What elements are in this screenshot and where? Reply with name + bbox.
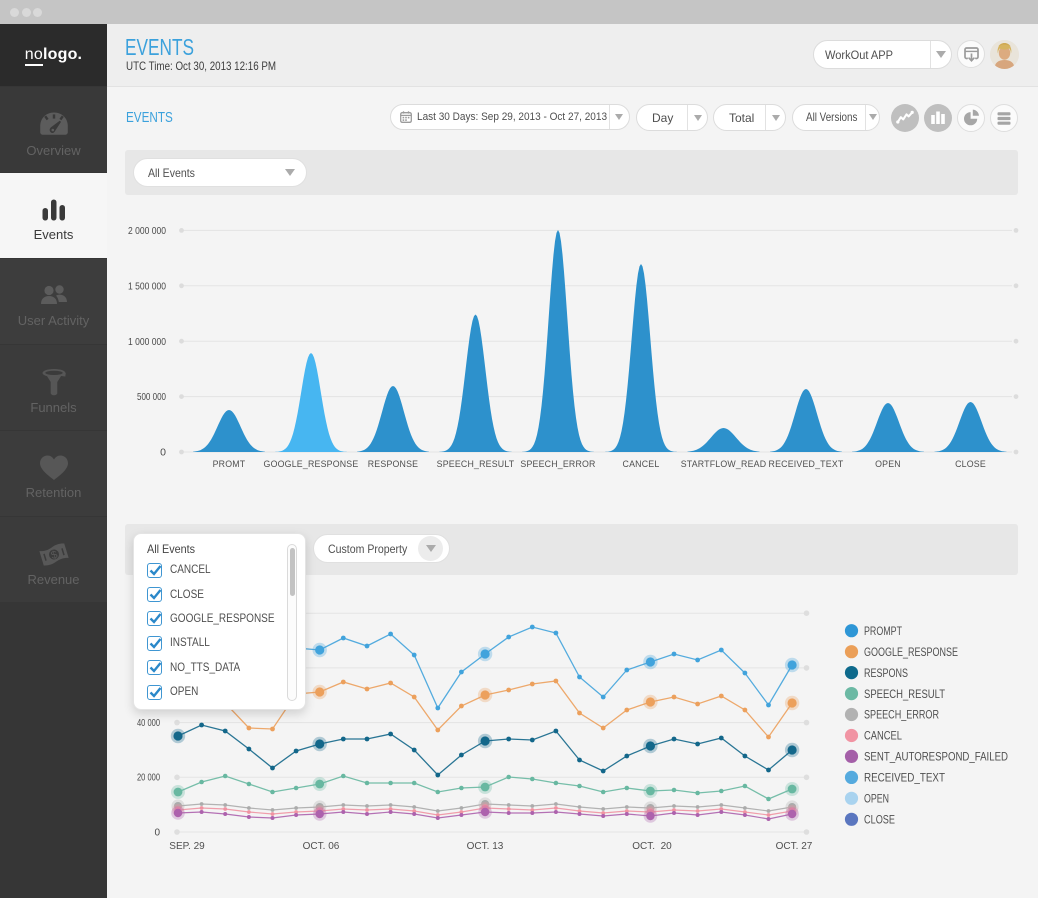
svg-text:1 500 000: 1 500 000: [128, 280, 166, 292]
svg-text:1 000 000: 1 000 000: [128, 336, 166, 348]
svg-text:2 000 000: 2 000 000: [128, 225, 166, 237]
svg-text:RECEIVED_TEXT: RECEIVED_TEXT: [769, 459, 844, 469]
svg-text:OCT. 20: OCT. 20: [632, 841, 672, 852]
svg-text:20 000: 20 000: [137, 773, 160, 784]
svg-text:SPEECH_RESULT: SPEECH_RESULT: [864, 687, 946, 701]
svg-text:GOOGLE_RESPONSE: GOOGLE_RESPONSE: [864, 645, 958, 659]
svg-text:SPEECH_ERROR: SPEECH_ERROR: [864, 708, 939, 722]
svg-text:SPEECH_ERROR: SPEECH_ERROR: [520, 459, 595, 469]
svg-text:CANCEL: CANCEL: [623, 459, 660, 469]
svg-text:RECEIVED_TEXT: RECEIVED_TEXT: [864, 771, 946, 785]
svg-text:SPEECH_RESULT: SPEECH_RESULT: [437, 459, 515, 469]
svg-text:RESPONSE: RESPONSE: [368, 459, 419, 469]
svg-text:OCT. 27: OCT. 27: [776, 841, 813, 852]
svg-text:PROMT: PROMT: [213, 459, 246, 469]
svg-text:OPEN: OPEN: [864, 792, 889, 806]
svg-text:CANCEL: CANCEL: [864, 729, 902, 743]
svg-text:500 000: 500 000: [137, 391, 166, 403]
svg-text:RESPONS: RESPONS: [864, 666, 908, 680]
svg-text:SENT_AUTORESPOND_FAILED: SENT_AUTORESPOND_FAILED: [864, 750, 1008, 764]
svg-text:SEP. 29: SEP. 29: [169, 841, 205, 852]
svg-text:GOOGLE_RESPONSE: GOOGLE_RESPONSE: [264, 459, 359, 469]
svg-text:40 000: 40 000: [137, 718, 160, 729]
svg-text:OCT. 06: OCT. 06: [303, 841, 340, 852]
svg-text:0: 0: [160, 447, 166, 459]
svg-text:CLOSE: CLOSE: [864, 813, 895, 827]
svg-text:OPEN: OPEN: [875, 459, 901, 469]
svg-text:CLOSE: CLOSE: [955, 459, 986, 469]
svg-text:OCT. 13: OCT. 13: [467, 841, 504, 852]
svg-text:0: 0: [154, 827, 160, 838]
svg-text:PROMPT: PROMPT: [864, 624, 902, 638]
svg-text:STARTFLOW_READ: STARTFLOW_READ: [681, 459, 767, 469]
